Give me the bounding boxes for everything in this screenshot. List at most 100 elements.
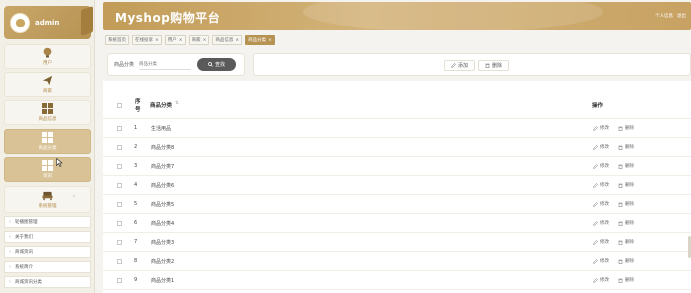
edit-button[interactable]: 修改 xyxy=(593,277,609,283)
search-label: 商品分类 xyxy=(114,62,135,68)
table-row[interactable]: 6 商品分类4 修改 删除 xyxy=(103,214,691,233)
edit-label: 修改 xyxy=(600,145,609,150)
table-row[interactable]: 3 商品分类7 修改 删除 xyxy=(103,157,691,176)
edit-icon xyxy=(593,239,598,245)
close-icon[interactable]: × xyxy=(268,38,272,43)
sidebar-item-label: 用户 xyxy=(43,61,52,66)
row-delete-button[interactable]: 删除 xyxy=(618,182,634,188)
row-checkbox[interactable] xyxy=(117,145,122,150)
tab-complaints[interactable]: 在线投诉 × xyxy=(132,35,162,45)
delete-button[interactable]: 删除 xyxy=(478,60,510,71)
tab-label: 商家 xyxy=(191,38,201,43)
edit-label: 修改 xyxy=(600,126,609,131)
sidebar-item-product-category[interactable]: 商品分类 xyxy=(4,129,91,154)
sort-icon[interactable]: ⇅ xyxy=(175,101,179,106)
row-delete-button[interactable]: 删除 xyxy=(618,201,634,207)
table-row[interactable]: 4 商品分类6 修改 删除 xyxy=(103,176,691,195)
row-delete-button[interactable]: 删除 xyxy=(618,220,634,226)
row-name: 商品分类4 xyxy=(151,221,175,227)
sidebar: admin 用户 商家 商品信息 商品分类 资讯 系统管理 ⌃ › 轮播图管理 … xyxy=(0,0,95,293)
profile-name: admin xyxy=(35,18,60,27)
row-delete-button[interactable]: 删除 xyxy=(618,125,634,131)
row-checkbox[interactable] xyxy=(117,126,122,131)
subitem-about[interactable]: › 关于我们 xyxy=(4,231,91,243)
tab-users[interactable]: 用户 × xyxy=(164,35,186,45)
table-row[interactable]: 7 商品分类3 修改 删除 xyxy=(103,233,691,252)
logout-link[interactable]: 退出 xyxy=(677,13,686,19)
edit-button[interactable]: 修改 xyxy=(593,258,609,264)
sidebar-item-product-info[interactable]: 商品信息 xyxy=(4,100,91,125)
subitem-shop-news[interactable]: › 商城资讯 xyxy=(4,246,91,258)
sidebar-item-label: 系统管理 xyxy=(38,204,57,209)
close-icon[interactable]: × xyxy=(155,38,159,43)
row-index: 5 xyxy=(134,201,138,207)
category-table: 序 号 商品分类 ⇅ 操作 1 生活用品 修改 删除 2 商品分类8 修改 删除 3 商品分类7 修… xyxy=(103,81,691,293)
edit-button[interactable]: 修改 xyxy=(593,163,609,169)
search-input[interactable] xyxy=(139,59,192,70)
tab-product-category[interactable]: 商品分类 × xyxy=(245,35,275,45)
subitem-carousel[interactable]: › 轮播图管理 xyxy=(4,216,91,228)
row-checkbox[interactable] xyxy=(117,183,122,188)
close-icon[interactable]: × xyxy=(235,38,239,43)
table-row[interactable]: 9 商品分类1 修改 删除 xyxy=(103,271,691,290)
row-delete-button[interactable]: 删除 xyxy=(618,258,634,264)
edit-button[interactable]: 修改 xyxy=(593,182,609,188)
tab-home[interactable]: 系统首页 xyxy=(105,35,129,45)
subitem-system-intro[interactable]: › 系统简介 xyxy=(4,261,91,273)
subitem-label: 系统简介 xyxy=(15,265,33,270)
close-icon[interactable]: × xyxy=(203,38,207,43)
tab-product-info[interactable]: 商品信息 × xyxy=(212,35,243,45)
row-delete-button[interactable]: 删除 xyxy=(618,277,634,283)
table-row[interactable]: 2 商品分类8 修改 删除 xyxy=(103,138,691,157)
trash-icon xyxy=(618,145,623,150)
profile-link[interactable]: 个人信息 xyxy=(655,13,673,19)
profile-card[interactable]: admin xyxy=(4,6,93,39)
sidebar-item-news[interactable]: 资讯 xyxy=(4,157,91,182)
table-row[interactable]: 8 商品分类2 修改 删除 xyxy=(103,252,691,271)
row-index: 3 xyxy=(134,163,138,169)
delete-label: 删除 xyxy=(625,202,634,207)
row-index: 9 xyxy=(134,277,138,283)
row-checkbox[interactable] xyxy=(117,240,122,245)
edit-icon xyxy=(593,144,598,150)
subitem-label: 轮播图管理 xyxy=(15,220,38,225)
sidebar-item-label: 商品信息 xyxy=(38,117,57,122)
edit-button[interactable]: 修改 xyxy=(593,144,609,150)
table-row[interactable]: 5 商品分类5 修改 删除 xyxy=(103,195,691,214)
delete-label: 删除 xyxy=(625,164,634,169)
row-checkbox[interactable] xyxy=(117,278,122,283)
row-index: 6 xyxy=(134,220,138,226)
select-all-checkbox[interactable] xyxy=(117,103,122,108)
add-button[interactable]: 添加 xyxy=(444,60,476,71)
row-checkbox[interactable] xyxy=(117,221,122,226)
profile-ribbon xyxy=(81,6,93,36)
edit-button[interactable]: 修改 xyxy=(593,125,609,131)
grid-icon xyxy=(42,160,53,171)
row-delete-button[interactable]: 删除 xyxy=(618,144,634,150)
row-delete-button[interactable]: 删除 xyxy=(618,239,634,245)
row-index: 7 xyxy=(134,239,138,245)
col-name-header[interactable]: 商品分类 xyxy=(150,101,172,109)
delete-label: 删除 xyxy=(625,259,634,264)
trash-icon xyxy=(485,63,490,68)
cursor-icon xyxy=(56,158,63,167)
tab-merchants[interactable]: 商家 × xyxy=(188,35,210,45)
row-name: 商品分类5 xyxy=(151,202,175,208)
row-delete-button[interactable]: 删除 xyxy=(618,163,634,169)
subitem-news-category[interactable]: › 商城资讯分类 xyxy=(4,276,91,288)
row-checkbox[interactable] xyxy=(117,259,122,264)
row-checkbox[interactable] xyxy=(117,202,122,207)
delete-label: 删除 xyxy=(625,183,634,188)
close-icon[interactable]: × xyxy=(179,38,183,43)
search-button[interactable]: 查找 xyxy=(197,58,237,71)
search-panel: 商品分类 查找 xyxy=(107,53,245,76)
edit-button[interactable]: 修改 xyxy=(593,239,609,245)
sidebar-item-merchants[interactable]: 商家 xyxy=(4,72,91,97)
edit-button[interactable]: 修改 xyxy=(593,220,609,226)
sidebar-item-system[interactable]: 系统管理 ⌃ xyxy=(4,186,91,213)
edit-icon xyxy=(593,258,598,264)
row-checkbox[interactable] xyxy=(117,164,122,169)
table-row[interactable]: 1 生活用品 修改 删除 xyxy=(103,119,691,138)
edit-button[interactable]: 修改 xyxy=(593,201,609,207)
sidebar-item-users[interactable]: 用户 xyxy=(4,44,91,69)
